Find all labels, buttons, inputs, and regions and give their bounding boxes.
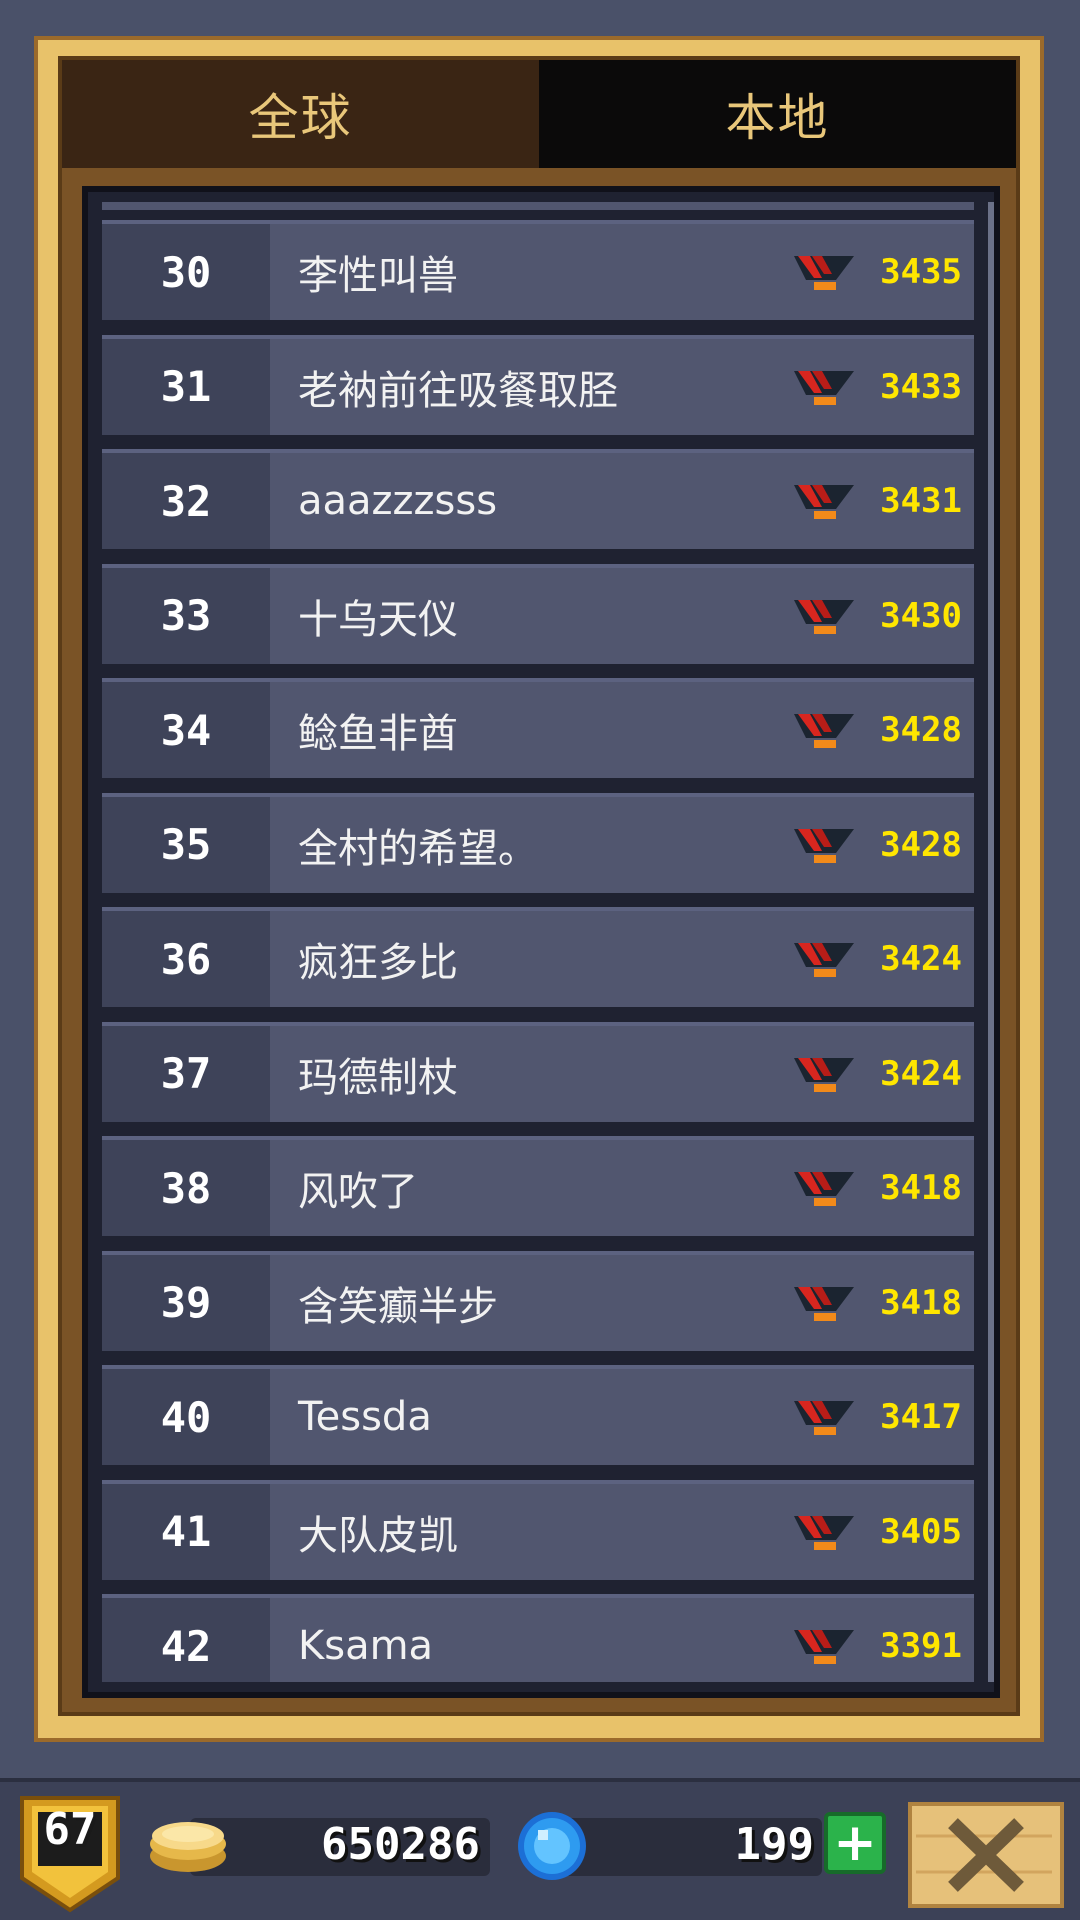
- score-value: 3405: [880, 1511, 962, 1552]
- rank-number: 34: [102, 682, 270, 778]
- leaderboard-row[interactable]: 32 aaazzzsss 3431: [102, 449, 974, 549]
- leaderboard-row[interactable]: 31 老衲前往吸餐取胫 3433: [102, 334, 974, 435]
- add-gems-button[interactable]: +: [824, 1812, 886, 1874]
- tab-local[interactable]: 本地: [539, 60, 1016, 168]
- leaderboard-list[interactable]: 30 李性叫兽 3435 31 老衲前往吸餐取胫 3433 32 aaazzzsss 3431 3…: [82, 186, 1000, 1698]
- score-value: 3424: [880, 1053, 962, 1094]
- rank-wing-icon: [794, 1172, 854, 1206]
- player-name: 李性叫兽: [298, 253, 458, 299]
- player-name: 全村的希望。: [298, 825, 538, 872]
- rank-wing-icon: [794, 256, 854, 290]
- score-value: 3430: [880, 595, 962, 636]
- player-level: 67: [43, 1804, 97, 1855]
- status-bar: 67 650286 199 +: [0, 1778, 1080, 1920]
- rank-number: 42: [102, 1598, 270, 1682]
- player-name: 疯狂多比: [298, 940, 458, 986]
- score-value: 3418: [880, 1168, 962, 1208]
- score-value: 3431: [880, 481, 962, 521]
- rank-number: 38: [102, 1140, 270, 1236]
- leaderboard-row[interactable]: 36 疯狂多比 3424: [102, 907, 974, 1007]
- blue-gem-icon: [518, 1812, 586, 1880]
- score-value: 3433: [880, 366, 962, 407]
- rank-number: 39: [102, 1254, 270, 1351]
- rank-wing-icon: [794, 599, 854, 634]
- rank-wing-icon: [794, 485, 854, 519]
- leaderboard-row[interactable]: 38 风吹了 3418: [102, 1136, 974, 1236]
- leaderboard-frame: 全球 本地 30 李性叫兽 3435 31 老衲前往吸餐取胫 3433 32 aaazzzss…: [34, 36, 1044, 1742]
- scrollbar[interactable]: [988, 202, 994, 1682]
- rank-wing-icon: [794, 1286, 854, 1321]
- rank-wing-icon: [794, 1515, 854, 1550]
- leaderboard-screen: 全球 本地 30 李性叫兽 3435 31 老衲前往吸餐取胫 3433 32 aaazzzss…: [0, 0, 1080, 1920]
- coin-count: 650286: [321, 1818, 480, 1870]
- player-name: 玛德制杖: [298, 1054, 458, 1101]
- leaderboard-row[interactable]: 35 全村的希望。 3428: [102, 792, 974, 893]
- rank-number: 36: [102, 911, 270, 1007]
- rank-number: 40: [102, 1369, 270, 1465]
- player-name: 鲶鱼非酋: [298, 711, 458, 757]
- rank-wing-icon: [794, 1057, 854, 1092]
- player-name: 风吹了: [298, 1169, 418, 1215]
- player-name: 含笑癫半步: [298, 1283, 498, 1330]
- leaderboard-row[interactable]: 30 李性叫兽 3435: [102, 220, 974, 320]
- leaderboard-row[interactable]: 42 Ksama 3391: [102, 1594, 974, 1682]
- player-name: Ksama: [298, 1623, 434, 1669]
- player-name: Tessda: [298, 1394, 432, 1440]
- rank-wing-icon: [794, 714, 854, 748]
- player-name: aaazzzsss: [298, 478, 498, 524]
- leaderboard-row[interactable]: 34 鲶鱼非酋 3428: [102, 678, 974, 778]
- score-value: 3424: [880, 939, 962, 979]
- rank-number: 41: [102, 1483, 270, 1580]
- player-name: 老衲前往吸餐取胫: [298, 367, 618, 414]
- score-value: 3418: [880, 1282, 962, 1323]
- player-name: 十乌天仪: [298, 596, 458, 643]
- list-item-partial: [102, 202, 974, 210]
- gem-count: 199: [734, 1818, 814, 1870]
- score-value: 3391: [880, 1626, 962, 1666]
- rank-number: 37: [102, 1025, 270, 1122]
- score-value: 3435: [880, 252, 962, 292]
- coin-stack-icon: [150, 1822, 226, 1872]
- leaderboard-row[interactable]: 41 大队皮凯 3405: [102, 1479, 974, 1580]
- tab-global[interactable]: 全球: [62, 60, 539, 168]
- rank-number: 33: [102, 567, 270, 664]
- tab-bar: 全球 本地: [62, 60, 1016, 168]
- score-value: 3428: [880, 824, 962, 865]
- rank-number: 30: [102, 224, 270, 320]
- close-icon: [912, 1806, 1060, 1904]
- rank-wing-icon: [794, 943, 854, 977]
- score-value: 3428: [880, 710, 962, 750]
- leaderboard-row[interactable]: 39 含笑癫半步 3418: [102, 1250, 974, 1351]
- rank-number: 31: [102, 338, 270, 435]
- leaderboard-row[interactable]: 37 玛德制杖 3424: [102, 1021, 974, 1122]
- close-button[interactable]: [908, 1802, 1064, 1908]
- leaderboard-row[interactable]: 33 十乌天仪 3430: [102, 563, 974, 664]
- rank-wing-icon: [794, 370, 854, 405]
- leaderboard-list-viewport: 30 李性叫兽 3435 31 老衲前往吸餐取胫 3433 32 aaazzzsss 3431 3…: [102, 202, 980, 1682]
- rank-number: 35: [102, 796, 270, 893]
- leaderboard-row[interactable]: 40 Tessda 3417: [102, 1365, 974, 1465]
- player-name: 大队皮凯: [298, 1512, 458, 1559]
- rank-wing-icon: [794, 1401, 854, 1435]
- rank-number: 32: [102, 453, 270, 549]
- rank-wing-icon: [794, 1630, 854, 1664]
- score-value: 3417: [880, 1397, 962, 1437]
- rank-wing-icon: [794, 828, 854, 863]
- leaderboard-panel: 全球 本地 30 李性叫兽 3435 31 老衲前往吸餐取胫 3433 32 aaazzzss…: [58, 56, 1020, 1716]
